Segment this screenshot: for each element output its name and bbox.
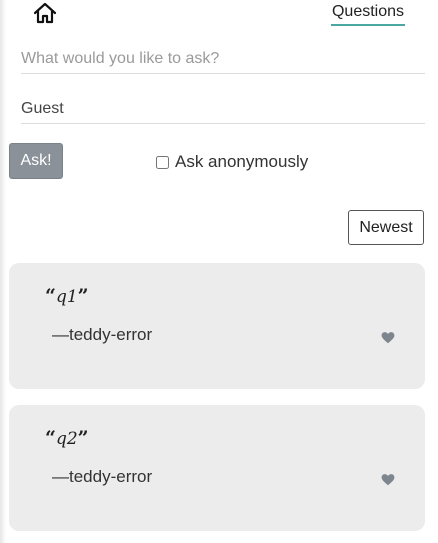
close-quote-icon: ” [77,285,89,307]
home-icon [33,2,57,24]
anonymous-label: Ask anonymously [175,152,309,171]
left-edge-shadow [0,0,6,543]
question-input[interactable] [21,45,425,74]
heart-icon[interactable] [381,473,395,487]
anonymous-checkbox[interactable] [156,155,169,169]
close-quote-icon: ” [77,427,89,449]
ask-button[interactable]: Ask! [9,143,63,179]
open-quote-icon: “ [45,285,56,307]
heart-icon[interactable] [381,331,395,345]
anonymous-option[interactable]: Ask anonymously [156,152,308,172]
open-quote-icon: “ [45,427,56,449]
question-text: “q2” [45,427,89,449]
name-input[interactable] [21,95,425,124]
question-author: —teddy-error [52,467,153,486]
home-button[interactable] [32,2,58,24]
question-text: “q1” [45,285,89,307]
tab-questions[interactable]: Questions [331,2,405,26]
sort-newest-button[interactable]: Newest [348,210,424,245]
question-card: “q1” —teddy-error [9,263,425,389]
question-author: —teddy-error [52,325,153,344]
question-card: “q2” —teddy-error [9,405,425,531]
